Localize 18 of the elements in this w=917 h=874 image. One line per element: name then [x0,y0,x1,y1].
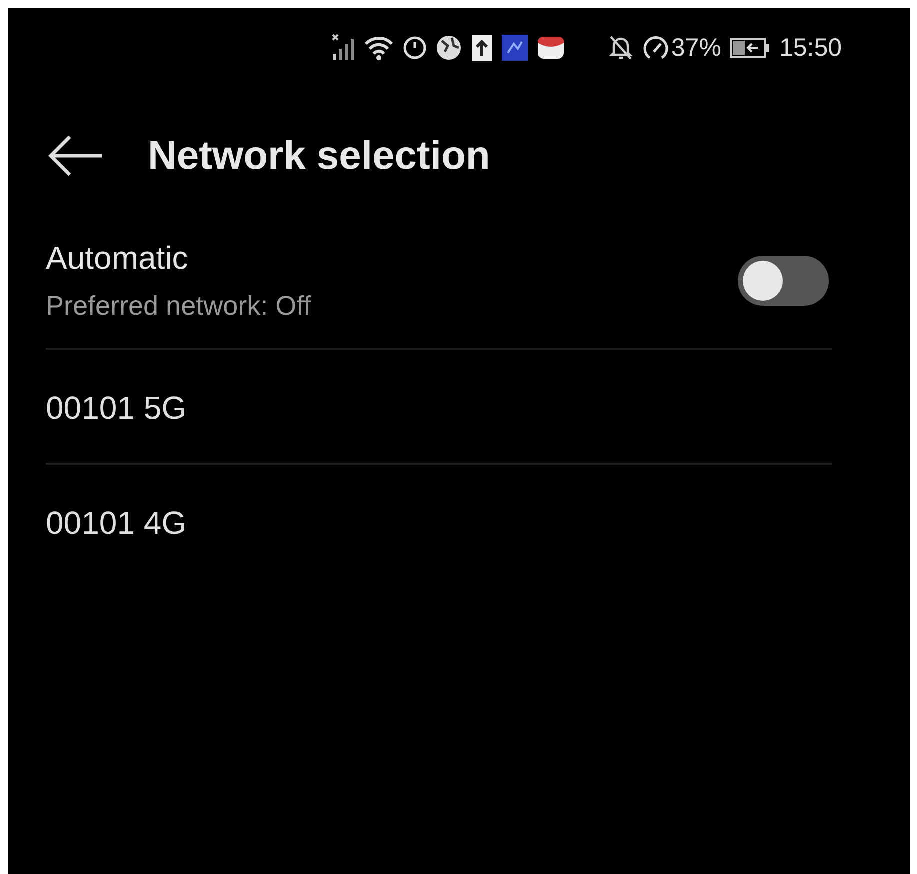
battery-percent: 37% [671,34,722,62]
clock-time: 15:50 [779,34,842,62]
speedometer-icon [642,35,670,61]
muted-bell-icon [609,35,634,61]
battery-icon [730,37,770,59]
signal-icon [331,34,356,62]
network-item[interactable]: 00101 4G [46,505,187,542]
alarm-clock-icon [403,36,428,60]
app-icon [502,35,528,61]
mail-app-icon [537,35,566,61]
wifi-icon [364,35,394,61]
setting-label: Automatic [46,240,190,277]
network-item[interactable]: 00101 5G [46,390,187,427]
page-title: Network selection [148,134,490,178]
setting-subtitle: Preferred network: Off [46,291,312,322]
upload-icon [471,34,494,62]
back-arrow-icon[interactable] [48,135,104,177]
toggle-switch[interactable] [738,256,829,306]
